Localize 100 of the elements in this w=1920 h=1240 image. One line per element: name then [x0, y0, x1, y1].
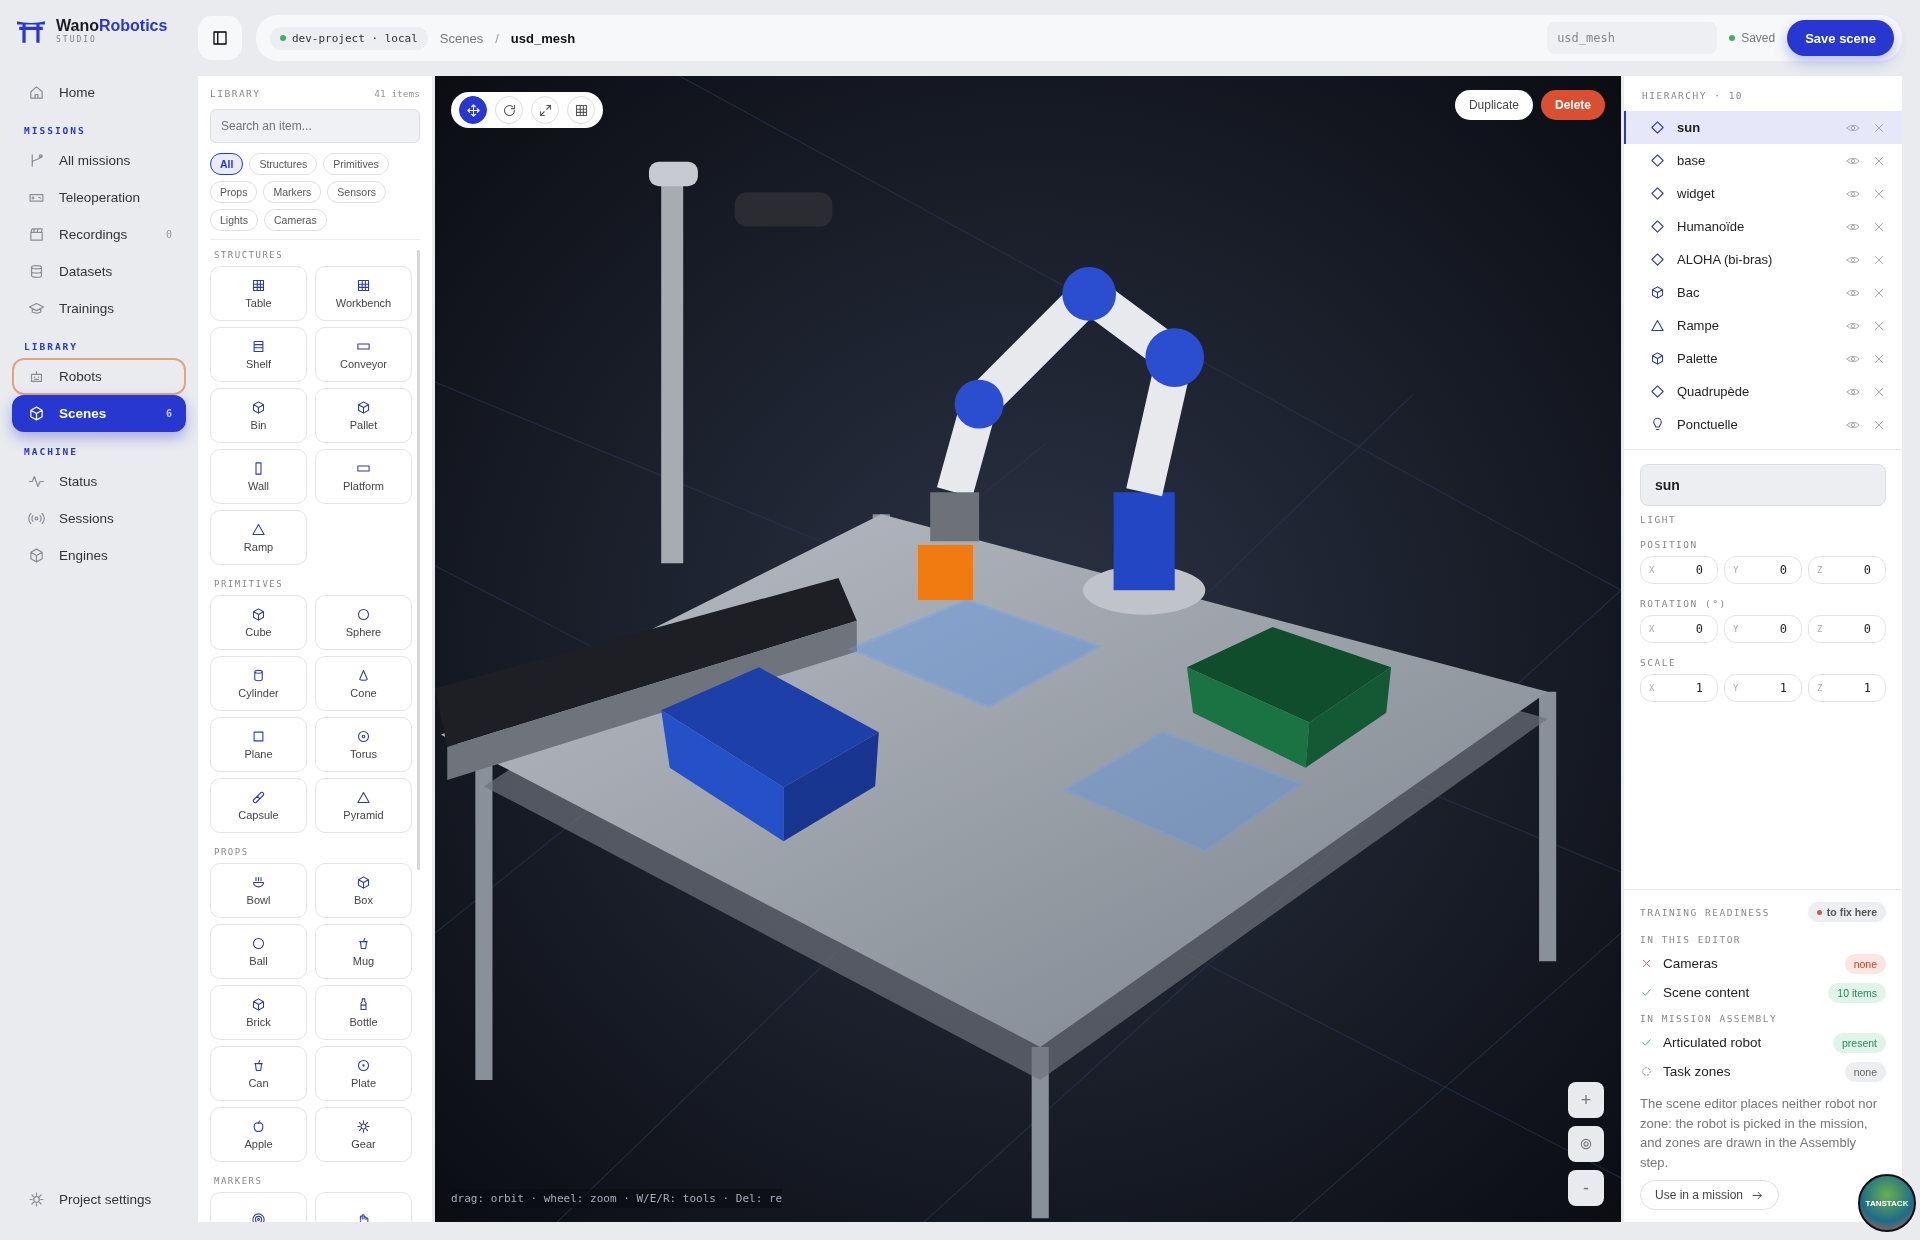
library-item[interactable]: Torus: [315, 717, 412, 772]
library-item[interactable]: Apple: [210, 1107, 307, 1162]
library-item[interactable]: Brick: [210, 985, 307, 1040]
tool-button[interactable]: [459, 96, 487, 124]
library-item[interactable]: Ramp: [210, 510, 307, 565]
square-icon: [251, 729, 266, 744]
check-icon: [1640, 986, 1653, 999]
nav-item[interactable]: Recordings 0: [12, 216, 186, 253]
save-status: Saved: [1729, 31, 1776, 45]
hierarchy-item[interactable]: Rampe: [1624, 309, 1902, 342]
library-item[interactable]: Platform: [315, 449, 412, 504]
search-field[interactable]: Search an item...: [210, 109, 420, 143]
library-item[interactable]: Bowl: [210, 863, 307, 918]
number-field[interactable]: Z 0: [1808, 556, 1886, 584]
hierarchy-item[interactable]: Humanoïde: [1624, 210, 1902, 243]
property-group-title: POSITION: [1640, 539, 1699, 550]
library-item[interactable]: Box: [315, 863, 412, 918]
filter-chip[interactable]: Structures: [249, 153, 318, 175]
nav-item[interactable]: Engines: [12, 537, 186, 574]
nav-item[interactable]: Trainings: [12, 290, 186, 327]
readiness-item: Task zones: [1663, 1064, 1732, 1079]
library-item[interactable]: Capsule: [210, 778, 307, 833]
brand-subtitle: STUDIO: [56, 36, 98, 44]
breadcrumb-link[interactable]: Scenes: [439, 30, 484, 46]
readiness-item: Cameras: [1663, 956, 1719, 971]
nav-item[interactable]: Scenes 6: [12, 395, 186, 432]
status-badge: 10 items: [1828, 982, 1886, 1003]
filter-chip[interactable]: Primitives: [323, 153, 389, 175]
library-item[interactable]: Gear: [315, 1107, 412, 1162]
hierarchy-item[interactable]: base: [1624, 144, 1902, 177]
number-field[interactable]: X 0: [1640, 556, 1718, 584]
filter-chip[interactable]: Cameras: [264, 209, 327, 231]
library-item[interactable]: Bottle: [315, 985, 412, 1040]
nav-item[interactable]: Datasets: [12, 253, 186, 290]
nav-item[interactable]: Teleoperation: [12, 179, 186, 216]
object-name-field[interactable]: sun: [1640, 464, 1886, 506]
library-item[interactable]: Cone: [315, 656, 412, 711]
hierarchy-item[interactable]: sun: [1624, 111, 1902, 144]
number-field[interactable]: Y 1: [1724, 674, 1802, 702]
filter-chip[interactable]: Markers: [263, 181, 322, 203]
apple-icon: [251, 1119, 266, 1134]
diamond-icon: [1650, 384, 1665, 399]
library-item[interactable]: Workbench: [315, 266, 412, 321]
scene-name-field[interactable]: usd_mesh: [1547, 22, 1718, 54]
duplicate-button[interactable]: Duplicate: [1454, 90, 1533, 120]
library-item[interactable]: Pallet: [315, 388, 412, 443]
clapperboard-icon: [28, 226, 45, 243]
hierarchy-item[interactable]: ALOHA (bi-bras): [1624, 243, 1902, 276]
number-field[interactable]: Z 0: [1808, 615, 1886, 643]
nav-item[interactable]: Home: [12, 74, 186, 111]
library-item[interactable]: Plate: [315, 1046, 412, 1101]
nav-item[interactable]: Sessions: [12, 500, 186, 537]
group-title: MARKERS: [213, 1175, 264, 1188]
scrollbar[interactable]: [417, 250, 420, 870]
library-item[interactable]: Can: [210, 1046, 307, 1101]
project-settings-link[interactable]: Project settings: [12, 1181, 186, 1218]
library-item[interactable]: Mug: [315, 924, 412, 979]
library-item[interactable]: Ball: [210, 924, 307, 979]
filter-chip[interactable]: Sensors: [327, 181, 386, 203]
number-field[interactable]: Z 1: [1808, 674, 1886, 702]
cup-icon: [356, 936, 371, 951]
library-item[interactable]: Shelf: [210, 327, 307, 382]
hierarchy-item[interactable]: Ponctuelle: [1624, 408, 1902, 441]
library-item[interactable]: Plane: [210, 717, 307, 772]
library-item[interactable]: Sphere: [315, 595, 412, 650]
project-chip[interactable]: dev-project · local: [270, 26, 428, 50]
scene-render-drawing[interactable]: [435, 76, 1621, 1222]
zoom-control-button[interactable]: -: [1568, 1170, 1604, 1206]
diamond-icon: [1650, 252, 1665, 267]
library-item[interactable]: Table: [210, 266, 307, 321]
number-field[interactable]: X 0: [1640, 615, 1718, 643]
sidebar-toggle-button[interactable]: [198, 16, 242, 60]
number-field[interactable]: Y 0: [1724, 556, 1802, 584]
zoom-control-button[interactable]: [1568, 1126, 1604, 1162]
hierarchy-item[interactable]: widget: [1624, 177, 1902, 210]
number-field[interactable]: X 1: [1640, 674, 1718, 702]
library-item[interactable]: Bin: [210, 388, 307, 443]
library-item[interactable]: Conveyor: [315, 327, 412, 382]
hierarchy-item[interactable]: Palette: [1624, 342, 1902, 375]
hierarchy-title: HIERARCHY · 10: [1641, 90, 1745, 103]
hierarchy-item[interactable]: Quadrupède: [1624, 375, 1902, 408]
library-item[interactable]: Wall: [210, 449, 307, 504]
torii-logo-icon: [16, 18, 46, 44]
number-field[interactable]: Y 0: [1724, 615, 1802, 643]
save-scene-button[interactable]: Save scene: [1787, 20, 1894, 56]
use-in-mission-button[interactable]: Use in a mission: [1640, 1180, 1780, 1210]
library-item[interactable]: Pyramid: [315, 778, 412, 833]
zoom-control-button[interactable]: +: [1568, 1082, 1604, 1118]
library-item[interactable]: Cube: [210, 595, 307, 650]
hierarchy-item[interactable]: Bac: [1624, 276, 1902, 309]
readiness-title: TRAINING READINESS: [1640, 906, 1770, 918]
devtools-badge[interactable]: TANSTACK: [1858, 1174, 1916, 1232]
dashed-circle-icon: [1640, 1065, 1653, 1078]
filter-chip[interactable]: All: [210, 153, 244, 175]
nav-item[interactable]: Status: [12, 463, 186, 500]
library-item[interactable]: Cylinder: [210, 656, 307, 711]
filter-chip[interactable]: Lights: [210, 209, 259, 231]
expand-icon: [537, 102, 553, 118]
filter-chip[interactable]: Props: [210, 181, 258, 203]
nav-item[interactable]: All missions: [12, 142, 186, 179]
